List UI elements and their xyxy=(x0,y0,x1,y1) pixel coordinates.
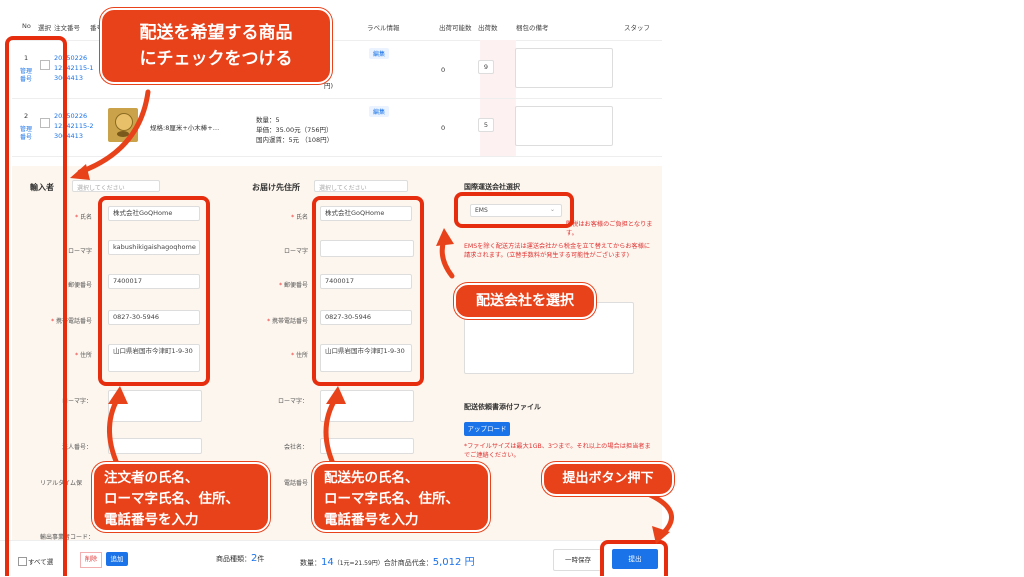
callout-importer: 注文者の氏名、 ローマ字氏名、住所、 電話番号を入力 xyxy=(92,462,270,532)
callout-submit: 提出ボタン押下 xyxy=(542,462,674,496)
callout-carrier: 配送会社を選択 xyxy=(454,283,596,319)
callout-recipient: 配送先の氏名、 ローマ字氏名、住所、 電話番号を入力 xyxy=(312,462,490,532)
callout-check: 配送を希望する商品 にチェックをつける xyxy=(100,8,332,84)
